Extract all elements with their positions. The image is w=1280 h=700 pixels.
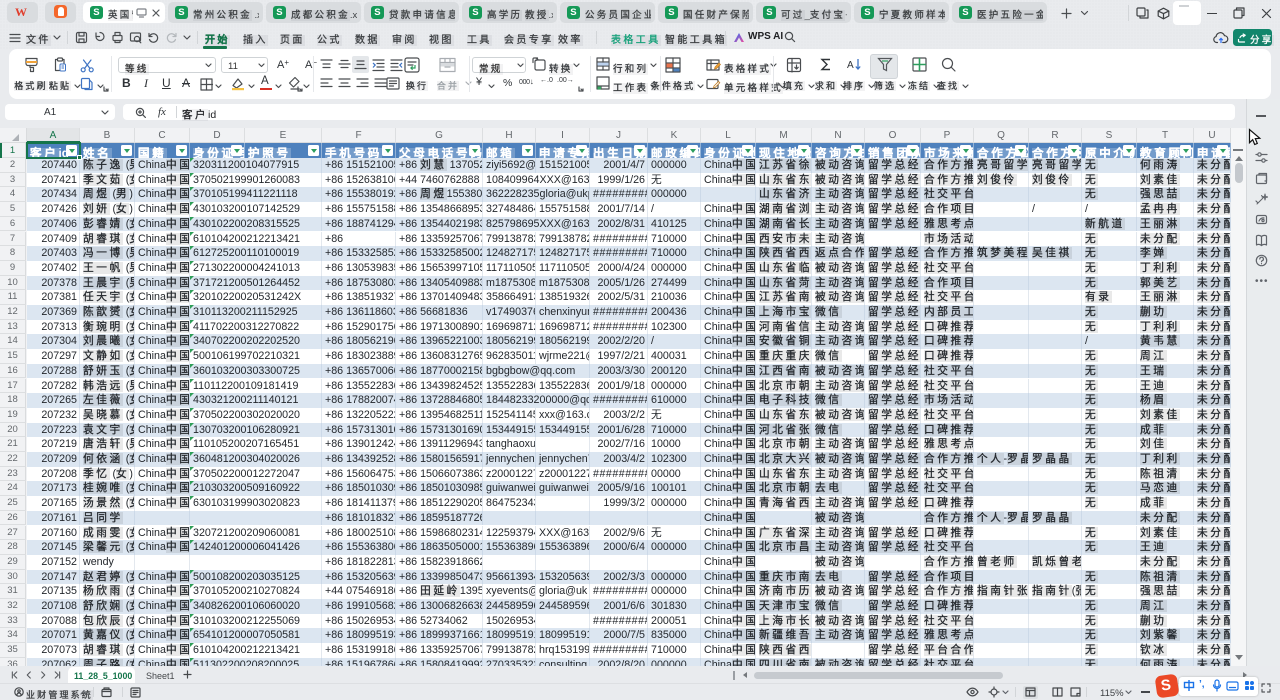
svg-text:A: A (847, 60, 854, 71)
